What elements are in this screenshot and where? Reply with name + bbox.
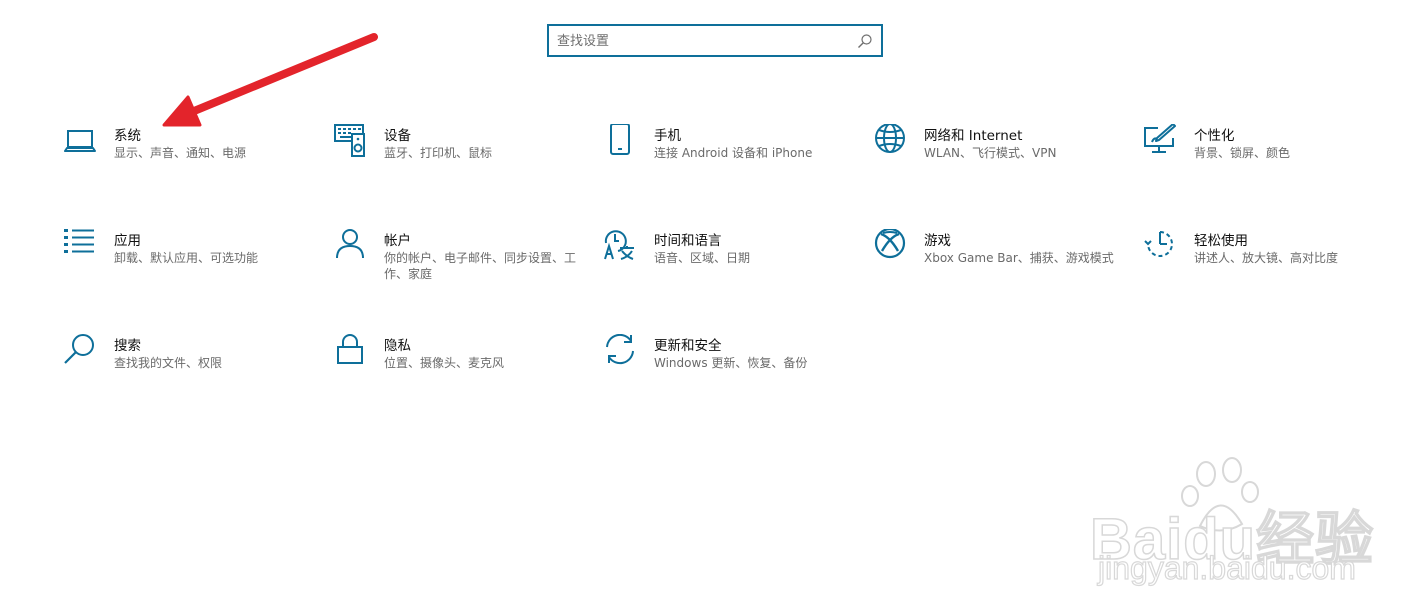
tile-title: 游戏 [924, 233, 951, 249]
lock-icon [334, 334, 368, 368]
paw-logo-icon [1181, 457, 1259, 532]
person-icon [334, 229, 368, 263]
tile-description: 显示、声音、通知、电源 [114, 146, 247, 160]
tile-title: 应用 [114, 233, 141, 249]
search-input[interactable] [557, 30, 847, 52]
tile-gaming[interactable]: 游戏 Xbox Game Bar、捕获、游戏模式 [874, 229, 1124, 289]
tile-accounts[interactable]: 帐户 你的帐户、电子邮件、同步设置、工作、家庭 [334, 229, 584, 289]
tile-time-language[interactable]: 时间和语言 语音、区域、日期 [604, 229, 854, 289]
tile-update-security[interactable]: 更新和安全 Windows 更新、恢复、备份 [604, 334, 854, 394]
tile-privacy[interactable]: 隐私 位置、摄像头、麦克风 [334, 334, 584, 394]
keyboard-speaker-icon [334, 124, 368, 158]
laptop-icon [64, 124, 98, 158]
tile-description: 位置、摄像头、麦克风 [384, 356, 505, 370]
tile-title: 手机 [654, 128, 681, 144]
tile-ease-of-access[interactable]: 轻松使用 讲述人、放大镜、高对比度 [1144, 229, 1394, 289]
tile-phone[interactable]: 手机 连接 Android 设备和 iPhone [604, 124, 854, 184]
tile-description: 你的帐户、电子邮件、同步设置、工作、家庭 [384, 251, 577, 281]
tile-description: Xbox Game Bar、捕获、游戏模式 [924, 251, 1114, 265]
baidu-watermark: Baidu经验 jingyan.baidu.com [1089, 456, 1380, 596]
tile-title: 隐私 [384, 338, 411, 354]
tile-description: 卸载、默认应用、可选功能 [114, 251, 259, 265]
tile-description: 连接 Android 设备和 iPhone [654, 146, 813, 160]
tile-description: Windows 更新、恢复、备份 [654, 356, 808, 370]
phone-icon [604, 124, 638, 158]
tile-title: 系统 [114, 128, 141, 144]
sync-icon [604, 334, 638, 368]
tile-title: 网络和 Internet [924, 128, 1023, 144]
tile-title: 帐户 [384, 233, 411, 249]
tile-title: 设备 [384, 128, 411, 144]
tile-title: 时间和语言 [654, 233, 722, 249]
search-icon[interactable] [857, 33, 873, 49]
tile-description: WLAN、飞行模式、VPN [924, 146, 1057, 160]
tile-description: 语音、区域、日期 [654, 251, 751, 265]
app-list-icon [64, 229, 98, 263]
watermark-url-text: jingyan.baidu.com [1097, 549, 1356, 586]
annotation-arrow [162, 33, 378, 127]
tile-system[interactable]: 系统 显示、声音、通知、电源 [64, 124, 314, 184]
tile-devices[interactable]: 设备 蓝牙、打印机、鼠标 [334, 124, 584, 184]
tile-description: 背景、锁屏、颜色 [1194, 146, 1291, 160]
tile-personalization[interactable]: 个性化 背景、锁屏、颜色 [1144, 124, 1394, 184]
tile-search[interactable]: 搜索 查找我的文件、权限 [64, 334, 314, 394]
globe-icon [874, 124, 908, 158]
tile-title: 更新和安全 [654, 338, 722, 354]
tile-description: 讲述人、放大镜、高对比度 [1194, 251, 1339, 265]
ease-of-access-icon [1144, 229, 1178, 263]
tile-title: 轻松使用 [1194, 233, 1248, 249]
magnifier-icon [64, 334, 98, 368]
tile-network[interactable]: 网络和 Internet WLAN、飞行模式、VPN [874, 124, 1124, 184]
paint-brush-monitor-icon [1144, 124, 1178, 158]
tile-description: 查找我的文件、权限 [114, 356, 223, 370]
tile-title: 个性化 [1194, 128, 1235, 144]
tile-title: 搜索 [114, 338, 141, 354]
time-language-icon [604, 229, 638, 263]
tile-description: 蓝牙、打印机、鼠标 [384, 146, 493, 160]
watermark-main-text: Baidu经验 [1089, 506, 1375, 573]
tile-apps[interactable]: 应用 卸载、默认应用、可选功能 [64, 229, 314, 289]
xbox-icon [874, 229, 908, 263]
settings-search-box[interactable] [547, 24, 883, 57]
